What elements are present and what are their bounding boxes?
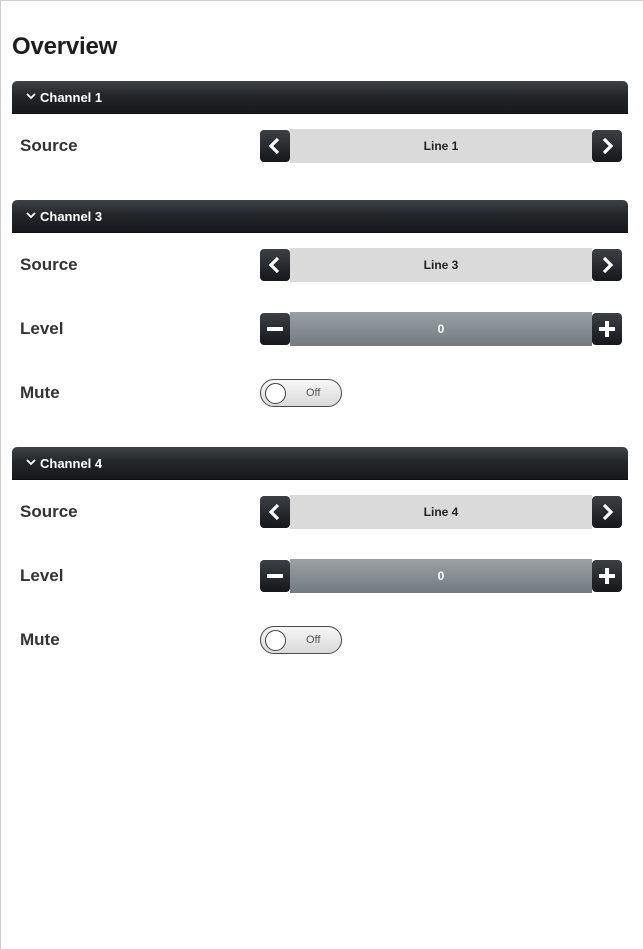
mute-label: Mute [20, 630, 60, 649]
level-label: Level [20, 319, 64, 338]
chevron-left-icon [268, 256, 280, 274]
app-frame: Overview Channel 1 Source Line 1 Channel… [0, 0, 643, 949]
mute-state: Off [306, 387, 321, 399]
source-prev-button[interactable] [260, 496, 290, 528]
source-prev-button[interactable] [260, 249, 290, 281]
chevron-left-icon [268, 503, 280, 521]
channel-3-header-label: Channel 3 [40, 208, 103, 224]
source-next-button[interactable] [592, 130, 622, 162]
source-value: Line 3 [290, 248, 592, 282]
channel-1-header[interactable]: Channel 1 [12, 81, 628, 114]
chevron-right-icon [602, 137, 614, 155]
chevron-right-icon [602, 503, 614, 521]
chevron-left-icon [268, 137, 280, 155]
channel-4-source-row: Source Line 4 [12, 480, 628, 544]
level-decrease-button[interactable] [260, 313, 290, 345]
minus-icon [267, 327, 283, 331]
source-label: Source [20, 502, 78, 521]
channel-3-mute-toggle[interactable]: Off [260, 379, 342, 407]
source-value: Line 4 [290, 495, 592, 529]
channel-3-section: Channel 3 Source Line 3 Level 0 Mute Off [12, 200, 628, 425]
plus-icon [599, 568, 615, 584]
level-label: Level [20, 566, 64, 585]
level-value: 0 [290, 312, 592, 346]
toggle-knob [265, 630, 286, 651]
page-title: Overview [12, 33, 118, 60]
toggle-knob [265, 383, 286, 404]
channel-4-level-row: Level 0 [12, 544, 628, 608]
minus-icon [267, 574, 283, 578]
level-increase-button[interactable] [592, 560, 622, 592]
chevron-down-icon [26, 212, 36, 219]
channel-3-level-row: Level 0 [12, 297, 628, 361]
channel-3-level-stepper: 0 [260, 312, 622, 346]
chevron-down-icon [26, 93, 36, 100]
channel-4-level-stepper: 0 [260, 559, 622, 593]
channel-3-source-selector: Line 3 [260, 248, 622, 282]
mute-label: Mute [20, 383, 60, 402]
channel-1-header-label: Channel 1 [40, 89, 103, 105]
channel-4-source-selector: Line 4 [260, 495, 622, 529]
source-prev-button[interactable] [260, 130, 290, 162]
channel-4-header-label: Channel 4 [40, 455, 103, 471]
level-decrease-button[interactable] [260, 560, 290, 592]
chevron-right-icon [602, 256, 614, 274]
source-next-button[interactable] [592, 496, 622, 528]
channel-4-mute-row: Mute Off [12, 608, 628, 672]
plus-icon [599, 321, 615, 337]
channel-3-source-row: Source Line 3 [12, 233, 628, 297]
source-next-button[interactable] [592, 249, 622, 281]
channel-3-header[interactable]: Channel 3 [12, 200, 628, 233]
channel-1-section: Channel 1 Source Line 1 [12, 81, 628, 178]
source-label: Source [20, 255, 78, 274]
channel-4-mute-toggle[interactable]: Off [260, 626, 342, 654]
channel-3-mute-row: Mute Off [12, 361, 628, 425]
source-label: Source [20, 136, 78, 155]
channel-4-section: Channel 4 Source Line 4 Level 0 Mute Off [12, 447, 628, 672]
channel-1-source-row: Source Line 1 [12, 114, 628, 178]
source-value: Line 1 [290, 129, 592, 163]
channel-1-source-selector: Line 1 [260, 129, 622, 163]
level-value: 0 [290, 559, 592, 593]
level-increase-button[interactable] [592, 313, 622, 345]
channel-4-header[interactable]: Channel 4 [12, 447, 628, 480]
mute-state: Off [306, 634, 321, 646]
chevron-down-icon [26, 459, 36, 466]
